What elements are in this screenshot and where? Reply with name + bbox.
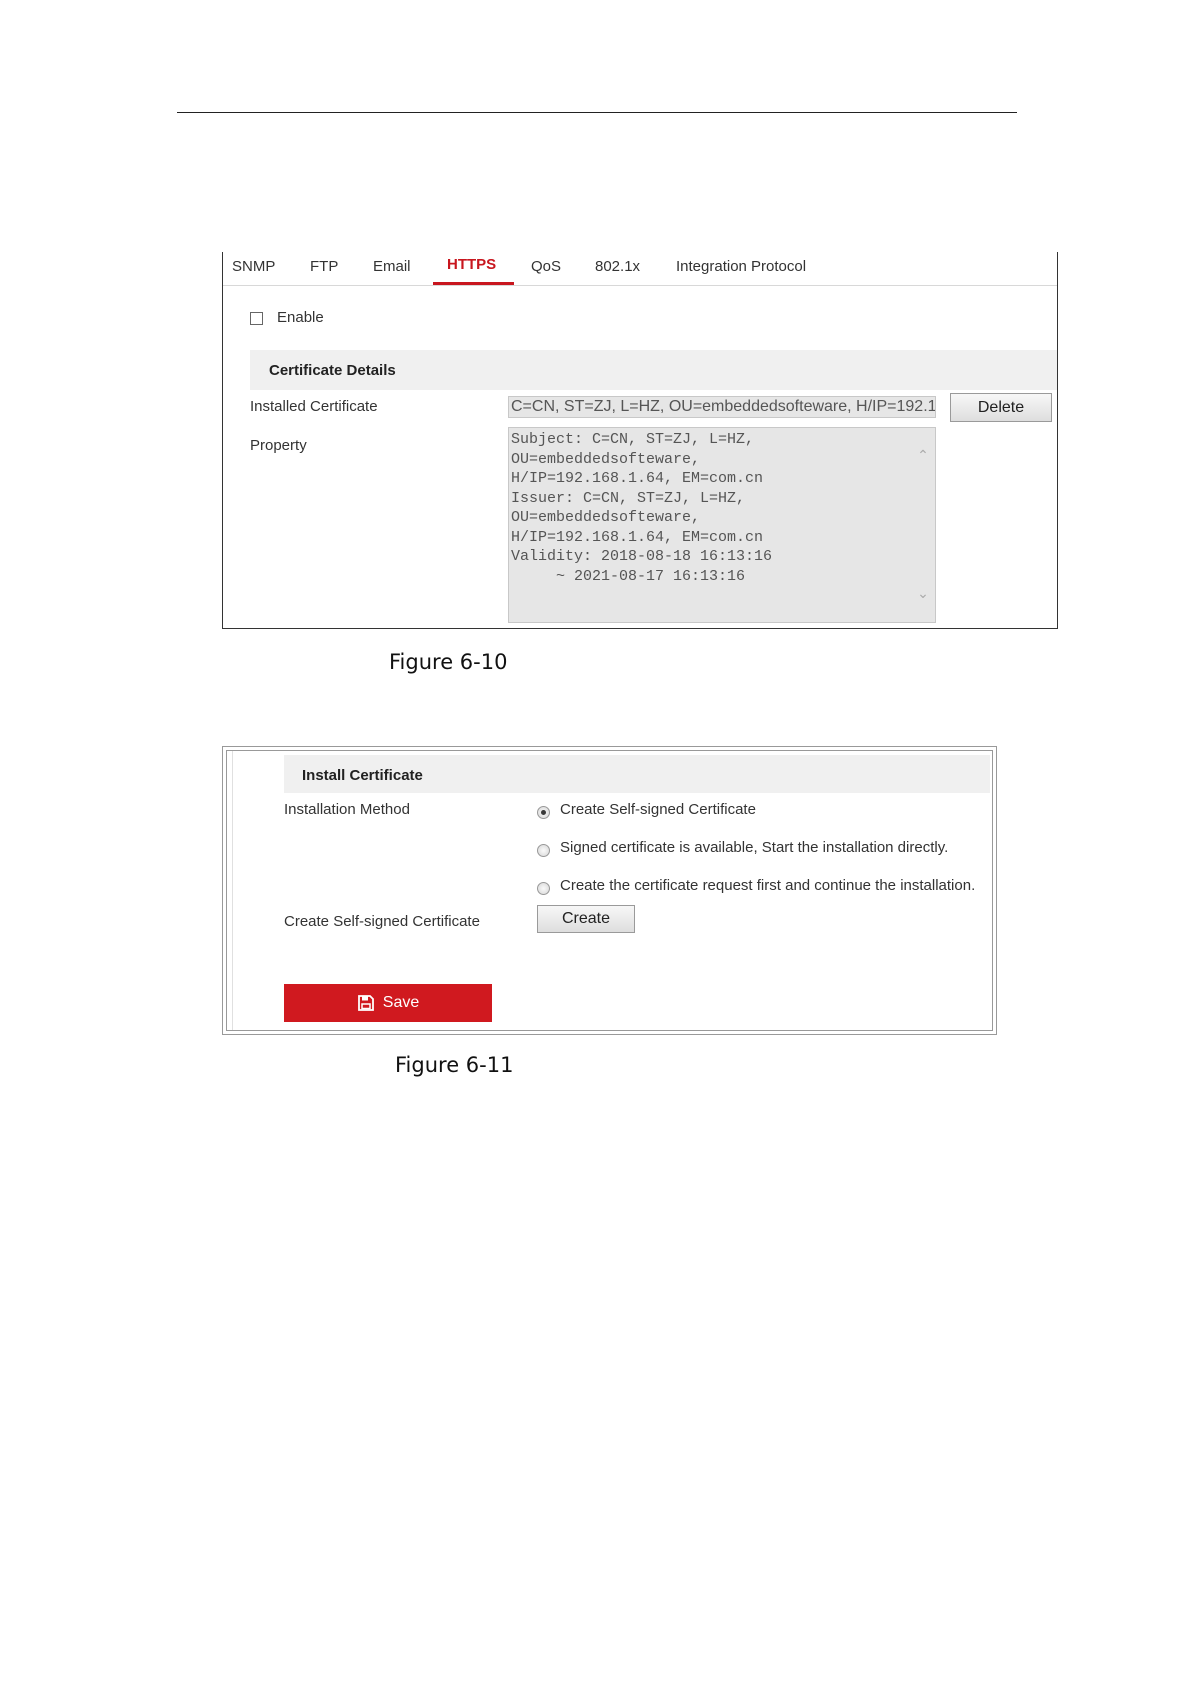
tab-https[interactable]: HTTPS xyxy=(447,256,496,273)
divider xyxy=(232,751,233,1030)
tab-8021x[interactable]: 802.1x xyxy=(595,258,640,275)
create-self-signed-label: Create Self-signed Certificate xyxy=(284,913,480,930)
radio-label-signed-available: Signed certificate is available, Start t… xyxy=(560,839,949,856)
tab-bar: SNMP FTP Email HTTPS QoS 802.1x Integrat… xyxy=(223,252,1057,286)
radio-signed-available[interactable] xyxy=(537,844,550,857)
tab-integration-protocol[interactable]: Integration Protocol xyxy=(676,258,806,275)
installed-certificate-label: Installed Certificate xyxy=(250,398,378,415)
section-title: Install Certificate xyxy=(302,767,423,784)
radio-self-signed[interactable] xyxy=(537,806,550,819)
radio-certificate-request[interactable] xyxy=(537,882,550,895)
delete-button[interactable]: Delete xyxy=(950,393,1052,422)
save-button[interactable]: Save xyxy=(284,984,492,1022)
enable-checkbox[interactable] xyxy=(250,312,263,325)
active-tab-indicator xyxy=(433,282,514,285)
create-button[interactable]: Create xyxy=(537,905,635,933)
section-title: Certificate Details xyxy=(269,362,396,379)
tab-ftp[interactable]: FTP xyxy=(310,258,338,275)
install-certificate-inner: Install Certificate Installation Method … xyxy=(226,750,993,1031)
scroll-down-icon[interactable]: ⌄ xyxy=(914,584,932,602)
property-textarea[interactable]: Subject: C=CN, ST=ZJ, L=HZ, OU=embeddeds… xyxy=(508,427,936,623)
install-certificate-panel: Install Certificate Installation Method … xyxy=(222,746,997,1035)
radio-label-self-signed: Create Self-signed Certificate xyxy=(560,801,756,818)
https-settings-panel: SNMP FTP Email HTTPS QoS 802.1x Integrat… xyxy=(222,252,1058,629)
tab-snmp[interactable]: SNMP xyxy=(232,258,275,275)
install-certificate-header: Install Certificate xyxy=(284,755,990,793)
header-rule xyxy=(177,112,1017,113)
certificate-details-header: Certificate Details xyxy=(250,350,1057,390)
radio-label-certificate-request: Create the certificate request first and… xyxy=(560,877,976,894)
figure-caption: Figure 6-11 xyxy=(395,1053,514,1077)
property-label: Property xyxy=(250,437,307,454)
tab-email[interactable]: Email xyxy=(373,258,411,275)
floppy-disk-icon xyxy=(357,995,374,1011)
save-button-label: Save xyxy=(382,994,420,1011)
figure-caption: Figure 6-10 xyxy=(389,650,508,674)
property-text: Subject: C=CN, ST=ZJ, L=HZ, OU=embeddeds… xyxy=(511,431,773,585)
tab-qos[interactable]: QoS xyxy=(531,258,561,275)
scroll-up-icon[interactable]: ⌃ xyxy=(914,446,932,464)
installation-method-label: Installation Method xyxy=(284,801,410,818)
installed-certificate-field[interactable]: C=CN, ST=ZJ, L=HZ, OU=embeddedsofteware,… xyxy=(508,396,936,418)
enable-label: Enable xyxy=(277,309,324,326)
